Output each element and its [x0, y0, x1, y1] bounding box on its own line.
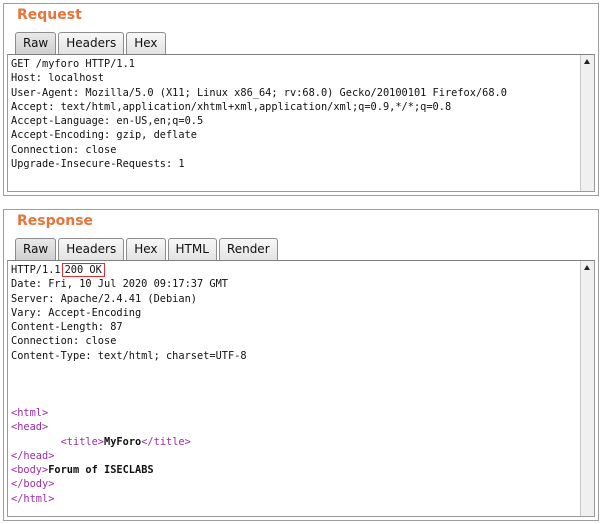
response-tab-headers[interactable]: Headers — [58, 238, 125, 260]
response-code: HTTP/1.1 200 OK Date: Fri, 10 Jul 2020 09:… — [11, 263, 247, 506]
response-tabbar: Raw Headers Hex HTML Render — [15, 236, 280, 260]
request-tabbar: Raw Headers Hex — [15, 30, 168, 54]
response-scrollbar[interactable] — [580, 261, 594, 516]
response-panel: Response Raw Headers Hex HTML Render HTT… — [3, 209, 599, 521]
request-code: GET /myforo HTTP/1.1 Host: localhost User-… — [11, 57, 507, 171]
request-tab-headers[interactable]: Headers — [58, 32, 125, 54]
status-code-highlight: 200 OK — [61, 263, 105, 277]
response-header-line: Server: Apache/2.4.41 (Debian) — [11, 292, 197, 305]
response-header-line: Date: Fri, 10 Jul 2020 09:17:37 GMT — [11, 278, 228, 291]
html-open-tag: <html> — [11, 406, 49, 419]
request-tab-raw[interactable]: Raw — [15, 32, 57, 54]
response-header-line: Connection: close — [11, 335, 117, 348]
html-open-line: <html> — [11, 406, 247, 420]
response-title: Response — [17, 213, 94, 229]
request-line: Accept: text/html,application/xhtml+xml,… — [11, 100, 452, 113]
scroll-up-arrow-icon[interactable] — [581, 262, 594, 274]
html-close-tag: </html> — [11, 492, 55, 505]
head-open-line: <head> — [11, 420, 247, 434]
request-title: Request — [17, 7, 82, 23]
response-tab-html[interactable]: HTML — [167, 238, 217, 260]
head-open-tag: <head> — [11, 421, 49, 434]
html-close-line: </html> — [11, 492, 247, 506]
response-header-line: Content-Type: text/html; charset=UTF-8 — [11, 349, 247, 362]
status-line: HTTP/1.1 200 OK — [11, 263, 247, 277]
request-line: Connection: close — [11, 143, 117, 156]
response-tab-render[interactable]: Render — [218, 238, 278, 260]
request-line: Host: localhost — [11, 72, 104, 85]
request-editor[interactable]: GET /myforo HTTP/1.1 Host: localhost User-… — [7, 54, 595, 192]
title-open-tag: <title> — [60, 435, 105, 448]
body-close-line: </body> — [11, 477, 247, 491]
title-line: <title>MyForo</title> — [11, 435, 247, 449]
body-line: <body>Forum of ISECLABS — [11, 463, 247, 477]
request-scrollbar[interactable] — [580, 55, 594, 191]
response-tab-raw[interactable]: Raw — [15, 238, 57, 260]
response-header-line: Content-Length: 87 — [11, 321, 123, 334]
body-open-tag: <body> — [11, 464, 49, 477]
body-text: Forum of ISECLABS — [48, 464, 154, 477]
title-text: MyForo — [104, 435, 142, 448]
request-line: GET /myforo HTTP/1.1 — [11, 58, 135, 70]
request-tab-hex[interactable]: Hex — [126, 32, 166, 54]
scroll-up-arrow-icon[interactable] — [581, 56, 594, 68]
response-tab-hex[interactable]: Hex — [126, 238, 166, 260]
request-panel: Request Raw Headers Hex GET /myforo HTTP… — [3, 3, 599, 196]
request-line: Accept-Encoding: gzip, deflate — [11, 129, 197, 142]
head-close-tag: </head> — [11, 449, 55, 462]
request-line: Accept-Language: en-US,en;q=0.5 — [11, 115, 204, 128]
response-editor[interactable]: HTTP/1.1 200 OK Date: Fri, 10 Jul 2020 09:… — [7, 260, 595, 517]
title-close-tag: </title> — [141, 435, 191, 448]
response-header-line: Vary: Accept-Encoding — [11, 306, 142, 319]
request-line: User-Agent: Mozilla/5.0 (X11; Linux x86_… — [11, 86, 507, 99]
body-close-tag: </body> — [11, 478, 55, 491]
status-protocol: HTTP/1.1 — [11, 264, 61, 276]
head-close-line: </head> — [11, 449, 247, 463]
request-line: Upgrade-Insecure-Requests: 1 — [11, 158, 185, 171]
